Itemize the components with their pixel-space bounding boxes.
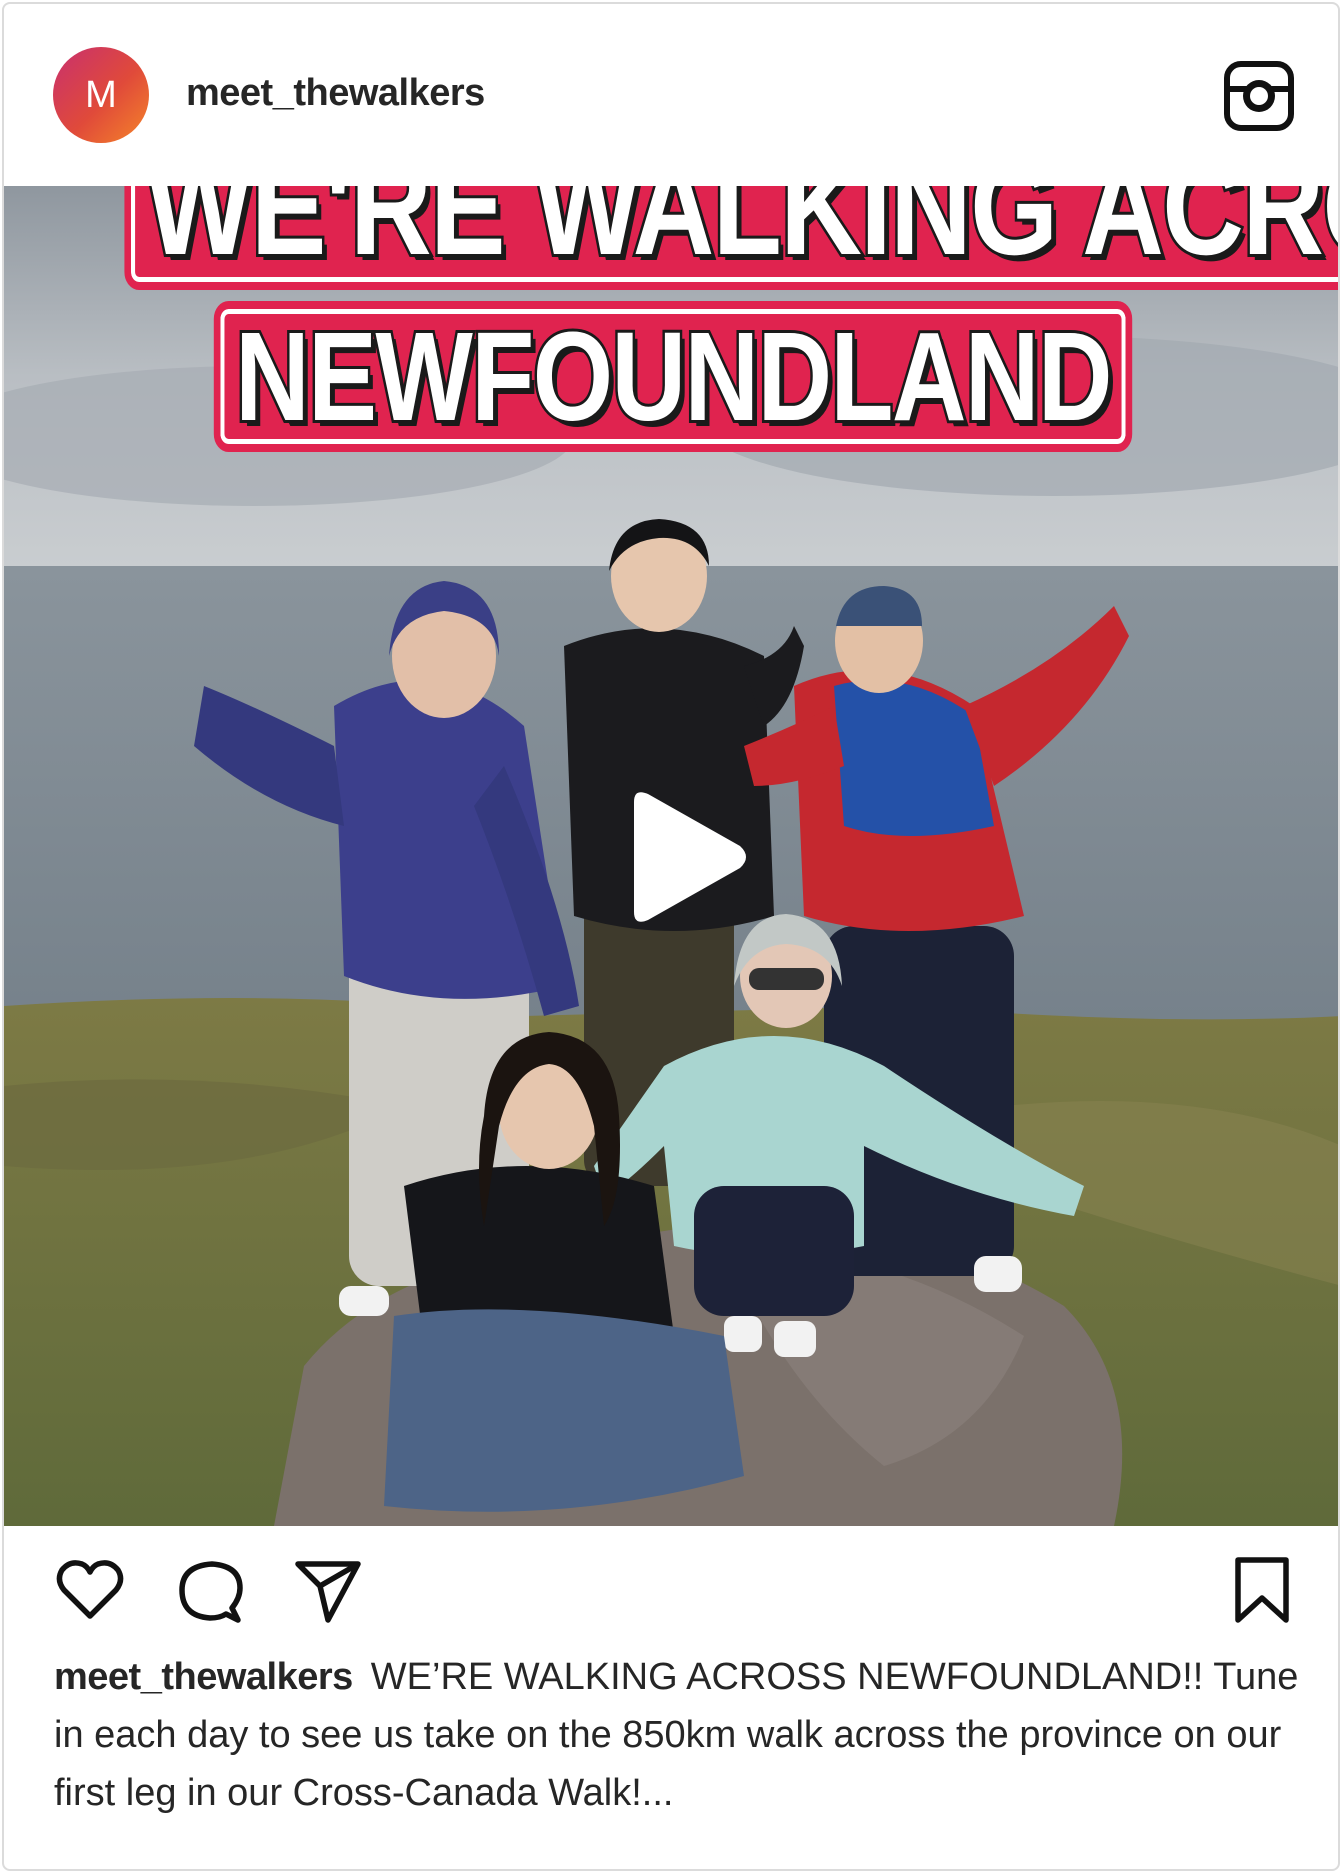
overlay-text-line-2: NEWFOUNDLAND xyxy=(124,301,1221,452)
overlay-text-line-1: WE'RE WALKING ACROSS xyxy=(124,186,1338,290)
heart-icon[interactable] xyxy=(54,1554,126,1626)
caption-username[interactable]: meet_thewalkers xyxy=(54,1656,353,1698)
play-icon[interactable] xyxy=(614,784,754,930)
bookmark-icon[interactable] xyxy=(1226,1554,1298,1626)
post-media[interactable]: WE'RE WALKING ACROSS NEWFOUNDLAND xyxy=(4,186,1338,1526)
avatar[interactable]: M xyxy=(53,47,149,143)
instagram-icon[interactable] xyxy=(1222,59,1296,133)
comment-icon[interactable] xyxy=(174,1554,246,1626)
action-bar xyxy=(4,1526,1338,1656)
avatar-letter: M xyxy=(85,73,117,116)
post-caption: meet_thewalkers WE’RE WALKING ACROSS NEWF… xyxy=(54,1648,1299,1822)
post-header: M meet_thewalkers xyxy=(4,4,1338,186)
post-card: M meet_thewalkers WE'RE WALKING ACR NEWF… xyxy=(2,2,1340,1871)
post-username[interactable]: meet_thewalkers xyxy=(186,72,485,115)
send-icon[interactable] xyxy=(292,1554,364,1626)
